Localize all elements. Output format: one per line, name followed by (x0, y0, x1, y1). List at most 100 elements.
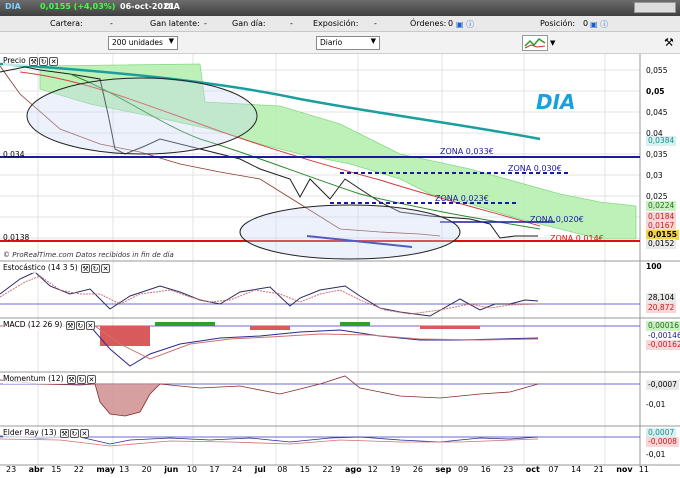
units-select[interactable]: 200 unidades ▼ (108, 36, 178, 50)
x-tick-label: sep (435, 465, 452, 474)
left-level-bottom: 0,0138 (3, 233, 30, 242)
position-bar: Cartera: - Gan latente: - Gan día: - Exp… (0, 16, 680, 32)
momentum-tag: -0,0007 (646, 380, 679, 390)
x-tick-label: 14 (571, 465, 582, 474)
macd-panel-label: MACD (12 26 9) ⚒ ↻ ✕ (3, 320, 95, 330)
x-tick-label: 12 (367, 465, 378, 474)
elder-panel-label: Elder Ray (13) ⚒ ↻ ✕ (3, 428, 89, 438)
chart-type-icon[interactable] (522, 35, 548, 51)
ticker-left: DIA (5, 2, 21, 11)
refresh-icon[interactable]: ↻ (91, 263, 101, 273)
chevron-down-icon: ▼ (168, 37, 174, 45)
gan-dia-label: Gan día: (232, 19, 266, 28)
x-tick-label: 21 (593, 465, 604, 474)
refresh-icon[interactable]: ↻ (75, 320, 85, 330)
x-tick-label: nov (616, 465, 633, 474)
close-icon[interactable]: ✕ (79, 428, 89, 438)
momentum-y-label: -0,01 (646, 400, 666, 409)
posicion-value: 0 (583, 19, 589, 28)
momentum-panel-label: Momentum (12) ⚒ ↻ ✕ (3, 374, 96, 384)
x-tick-label: 20 (141, 465, 152, 474)
x-tick-label: 26 (412, 465, 423, 474)
macd-label: MACD (12 26 9) (3, 320, 63, 329)
zone-label-4: ZONA 0,020€ (530, 215, 584, 224)
wrench-icon[interactable]: ⚒ (65, 320, 75, 330)
gan-latente-value: - (204, 19, 207, 28)
zone-label-5: ZONA 0,014€ (550, 234, 604, 243)
x-tick-label: 09 (458, 465, 469, 474)
x-tick-label: 24 (232, 465, 243, 474)
chevron-down-icon: ▼ (370, 37, 376, 45)
x-tick-label: 15 (51, 465, 62, 474)
elder-y-label: -0,01 (646, 450, 666, 459)
cartera-value: - (110, 19, 113, 28)
price-panel-label: Precio ⚒ ↻ ✕ (3, 56, 59, 66)
x-tick-label: jun (164, 465, 179, 474)
exposicion-label: Exposición: (313, 19, 359, 28)
window-controls[interactable] (634, 2, 676, 13)
stoch-tag: 28,104 (646, 293, 677, 303)
y-label: 0,035 (646, 150, 668, 159)
y-label: 0,03 (646, 171, 663, 180)
x-tick-label: 17 (209, 465, 220, 474)
x-tick-label: oct (525, 465, 540, 474)
ellipse-bottom (239, 204, 461, 260)
ordenes-icons[interactable]: ▣ ⓘ (456, 19, 474, 30)
price-label: Precio (3, 56, 26, 65)
x-tick-label: 10 (186, 465, 197, 474)
title-ticker: DIA (164, 2, 180, 11)
controls-bar: 200 unidades ▼ Diario ▼ ▼ ⚒ (0, 32, 680, 54)
x-tick-label: abr (28, 465, 44, 474)
elder-tag: -0,0008 (646, 437, 679, 447)
stoch-top-label: 100 (646, 262, 662, 271)
chevron-down-icon[interactable]: ▼ (550, 39, 555, 47)
ordenes-label: Órdenes: (410, 19, 447, 28)
posicion-label: Posición: (540, 19, 576, 28)
x-tick-label: 13 (119, 465, 130, 474)
momentum-area (95, 384, 160, 416)
gan-dia-value: - (290, 19, 293, 28)
y-label: 0,05 (646, 87, 665, 96)
x-tick-label: ago (345, 465, 362, 474)
settings-icon[interactable]: ⚒ (664, 36, 674, 49)
close-icon[interactable]: ✕ (86, 374, 96, 384)
period-value: Diario (320, 38, 343, 47)
chart-footer: © ProRealTime.com Datos recibidos in fin… (3, 251, 174, 259)
x-tick-label: 07 (548, 465, 559, 474)
y-label: 0,025 (646, 192, 668, 201)
refresh-icon[interactable]: ↻ (76, 374, 86, 384)
y-label: 0,045 (646, 108, 668, 117)
refresh-icon[interactable]: ↻ (39, 56, 49, 66)
wrench-icon[interactable]: ⚒ (59, 428, 69, 438)
x-tick-label: 22 (322, 465, 333, 474)
x-tick-label: 19 (390, 465, 401, 474)
x-tick-label: 23 (6, 465, 17, 474)
close-icon[interactable]: ✕ (101, 263, 111, 273)
close-icon[interactable]: ✕ (49, 56, 59, 66)
ordenes-value: 0 (448, 19, 454, 28)
period-select[interactable]: Diario ▼ (316, 36, 380, 50)
title-bar: DIA 0,0155 (+4,03%) 06-oct-2021 DIA (0, 0, 680, 16)
macd-line (0, 325, 539, 367)
wrench-icon[interactable]: ⚒ (66, 374, 76, 384)
zone-label-1: ZONA 0,033€ (440, 147, 494, 156)
macd-tag: 0,00016 (646, 321, 680, 331)
x-tick-label: 22 (73, 465, 84, 474)
x-tick-label: 11 (638, 465, 649, 474)
price-tag: 0,0224 (646, 201, 677, 211)
stoch-panel-label: Estocástico (14 3 5) ⚒ ↻ ✕ (3, 263, 111, 273)
zone-label-3: ZONA 0,023€ (435, 194, 489, 203)
x-tick-label: 16 (480, 465, 491, 474)
posicion-icons[interactable]: ▣ ⓘ (590, 19, 608, 30)
price-tag: 0,0152 (646, 239, 677, 249)
title-quote: 0,0155 (+4,03%) (40, 2, 116, 11)
wrench-icon[interactable]: ⚒ (81, 263, 91, 273)
close-icon[interactable]: ✕ (85, 320, 95, 330)
wrench-icon[interactable]: ⚒ (29, 56, 39, 66)
left-level-top: 0,034 (3, 150, 25, 159)
gan-latente-label: Gan latente: (150, 19, 200, 28)
x-tick-label: may (96, 465, 116, 474)
momentum-label: Momentum (12) (3, 374, 64, 383)
refresh-icon[interactable]: ↻ (69, 428, 79, 438)
cartera-label: Cartera: (50, 19, 83, 28)
